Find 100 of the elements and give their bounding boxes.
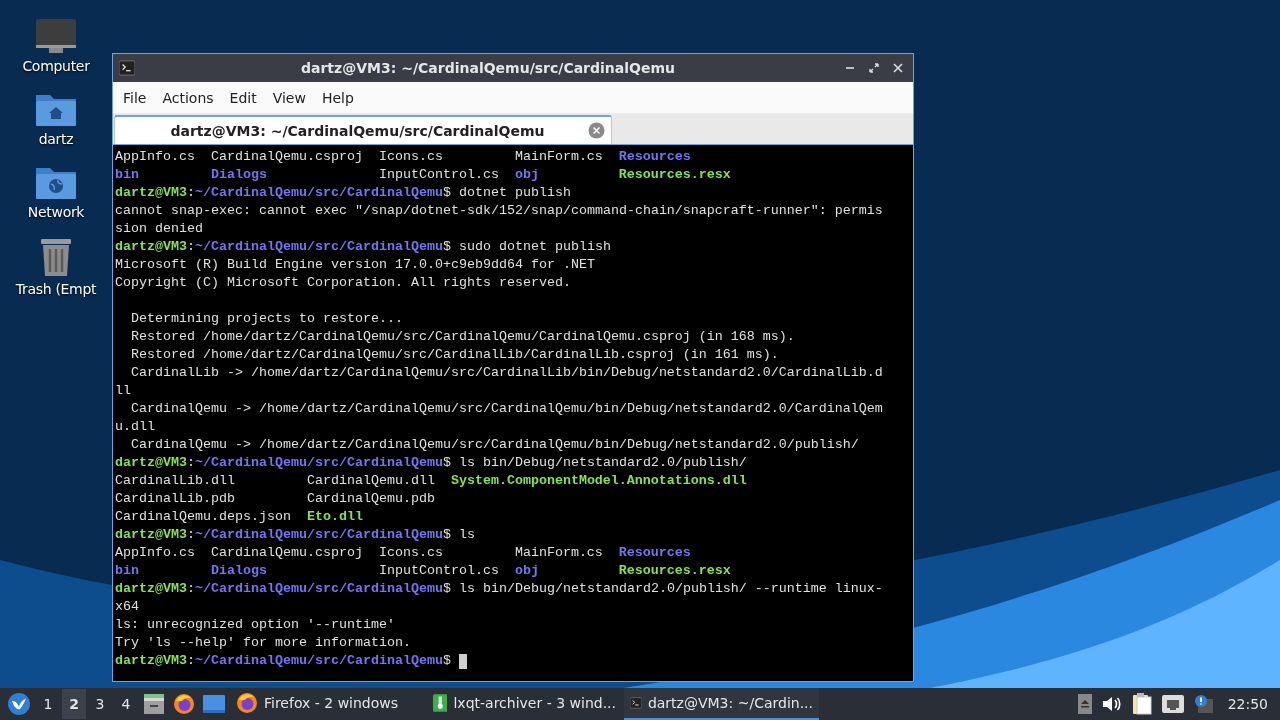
file-name: CardinalQemu.pdb: [306, 490, 435, 508]
terminal-text: $ dotnet publish: [442, 184, 571, 202]
prompt-path: ~/CardinalQemu/src/CardinalQemu: [195, 454, 443, 472]
menu-item[interactable]: View: [264, 85, 314, 110]
terminal-text: x64: [115, 598, 139, 616]
terminal-text: CardinalQemu -> /home/dartz/CardinalQemu/src/CardinalQemu/bin/Debug/netstandard2.0/publish/: [130, 436, 859, 454]
prompt-path: ~/CardinalQemu/src/CardinalQemu: [195, 238, 443, 256]
prompt-path: ~/CardinalQemu/src/CardinalQemu: [195, 652, 443, 670]
file-name: AppInfo.cs: [115, 544, 195, 562]
terminal-text: Copyright (C) Microsoft Corporation. All rights reserved.: [115, 274, 571, 292]
task-button[interactable]: Firefox - 2 windows: [230, 688, 425, 720]
file-name: Resources: [618, 148, 691, 166]
file-name: Resources.resx: [618, 166, 731, 184]
terminal-text: $: [442, 652, 451, 670]
terminal-tab[interactable]: dartz@VM3: ~/CardinalQemu/src/CardinalQemu: [114, 115, 612, 144]
terminal-text: $ ls bin/Debug/netstandard2.0/publish/: [442, 454, 747, 472]
desktop-icon-label[interactable]: Network: [27, 204, 85, 220]
monitor-icon: [35, 18, 77, 54]
maximize-icon: [869, 63, 879, 73]
terminal-text: Determining projects to restore...: [130, 310, 403, 328]
tab-label[interactable]: dartz@VM3: ~/CardinalQemu/src/CardinalQemu: [127, 122, 588, 139]
desktop-icon-label[interactable]: Computer: [22, 58, 90, 74]
workspace-button[interactable]: 4: [114, 689, 138, 719]
prompt-user: dartz@VM3: [115, 238, 187, 256]
file-name: Icons.cs: [378, 544, 443, 562]
terminal-text: $ ls bin/Debug/netstandard2.0/publish/ --runtime linux-: [442, 580, 883, 598]
archive-icon: [433, 692, 448, 714]
firefox-icon: [236, 692, 258, 714]
clock: 22:50: [1227, 696, 1268, 712]
file-name: CardinalLib.dll: [115, 472, 235, 490]
file-name: System.ComponentModel.Annotations.dll: [450, 472, 747, 490]
desktop-icon-label[interactable]: dartz: [38, 131, 74, 147]
file-name: InputControl.cs: [378, 166, 499, 184]
terminal-text: Try 'ls --help' for more information.: [115, 634, 411, 652]
file-name: obj: [514, 166, 539, 184]
eject-icon[interactable]: [1077, 694, 1092, 714]
terminal-text: cannot snap-exec: cannot exec "/snap/dotnet-sdk/152/snap/command-chain/snapcraft-runner": permis: [115, 202, 883, 220]
terminal-text: u.dll: [115, 418, 155, 436]
terminal-text: :: [187, 454, 195, 472]
terminal-text: $ ls: [442, 526, 475, 544]
terminal-icon: [119, 60, 135, 76]
menu-item[interactable]: File: [115, 85, 155, 110]
desktop-icon-label[interactable]: Trash (Empt: [15, 281, 97, 297]
terminal-text: :: [187, 580, 195, 598]
window-title: dartz@VM3: ~/CardinalQemu/src/CardinalQemu: [300, 60, 676, 76]
file-name: bin: [115, 166, 139, 184]
workspace-button[interactable]: 3: [88, 689, 112, 719]
prompt-user: dartz@VM3: [115, 652, 187, 670]
terminal-text: :: [187, 184, 195, 202]
file-name: AppInfo.cs: [115, 148, 195, 166]
file-cabinet-icon: [143, 694, 165, 714]
file-name: Resources: [618, 544, 691, 562]
terminal-text: ls: unrecognized option '--runtime': [115, 616, 395, 634]
file-name: Dialogs: [210, 562, 267, 580]
terminal-text: Restored /home/dartz/CardinalQemu/src/CardinalQemu/CardinalQemu.csproj (in 168 ms).: [130, 328, 795, 346]
workspace-button[interactable]: 2: [62, 689, 86, 719]
update-notice-icon[interactable]: [1193, 694, 1214, 714]
prompt-user: dartz@VM3: [115, 580, 187, 598]
prompt-path: ~/CardinalQemu/src/CardinalQemu: [195, 526, 443, 544]
terminal-icon: [630, 694, 642, 712]
terminal-text: $ sudo dotnet publish: [442, 238, 611, 256]
clipboard-icon[interactable]: [1131, 693, 1152, 715]
volume-icon[interactable]: [1101, 695, 1122, 713]
menu-item[interactable]: Help: [313, 85, 362, 110]
terminal-text: Restored /home/dartz/CardinalQemu/src/CardinalLib/CardinalLib.csproj (in 161 ms).: [130, 346, 779, 364]
terminal-text: sion denied: [115, 220, 203, 238]
file-name: Icons.cs: [378, 148, 443, 166]
file-name: MainForm.cs: [514, 148, 603, 166]
file-name: InputControl.cs: [378, 562, 499, 580]
bird-logo-icon: [7, 692, 31, 716]
terminal-text: ll: [115, 382, 131, 400]
file-name: Dialogs: [210, 166, 267, 184]
menu-item[interactable]: Edit: [221, 85, 265, 110]
file-name: CardinalQemu.csproj: [210, 544, 363, 562]
file-name: CardinalQemu.dll: [306, 472, 435, 490]
close-icon: [893, 63, 903, 73]
file-name: bin: [115, 562, 139, 580]
file-name: MainForm.cs: [514, 544, 603, 562]
network-port-icon[interactable]: [1161, 695, 1184, 713]
close-tab-icon[interactable]: [588, 122, 605, 139]
terminal-text: CardinalLib -> /home/dartz/CardinalQemu/src/CardinalLib/bin/Debug/netstandard2.0/CardinalLib.d: [130, 364, 883, 382]
prompt-user: dartz@VM3: [115, 454, 187, 472]
terminal-text: CardinalQemu -> /home/dartz/CardinalQemu/src/CardinalQemu/bin/Debug/netstandard2.0/CardinalQem: [130, 400, 883, 418]
task-button[interactable]: lxqt-archiver - 3 wind...: [427, 688, 622, 720]
terminal-text: :: [187, 526, 195, 544]
file-name: Eto.dll: [306, 508, 363, 526]
desktop-icon: [203, 695, 225, 713]
file-name: Resources.resx: [618, 562, 731, 580]
workspace-button[interactable]: 1: [36, 689, 60, 719]
file-name: CardinalQemu.deps.json: [115, 508, 291, 526]
task-button[interactable]: dartz@VM3: ~/Cardin...: [624, 688, 819, 720]
terminal-text: :: [187, 652, 195, 670]
file-name: obj: [514, 562, 539, 580]
prompt-user: dartz@VM3: [115, 526, 187, 544]
menu-item[interactable]: Actions: [154, 85, 222, 110]
prompt-user: dartz@VM3: [115, 184, 187, 202]
prompt-path: ~/CardinalQemu/src/CardinalQemu: [195, 184, 443, 202]
firefox-icon: [173, 693, 195, 715]
terminal-text: :: [187, 238, 195, 256]
prompt-path: ~/CardinalQemu/src/CardinalQemu: [195, 580, 443, 598]
